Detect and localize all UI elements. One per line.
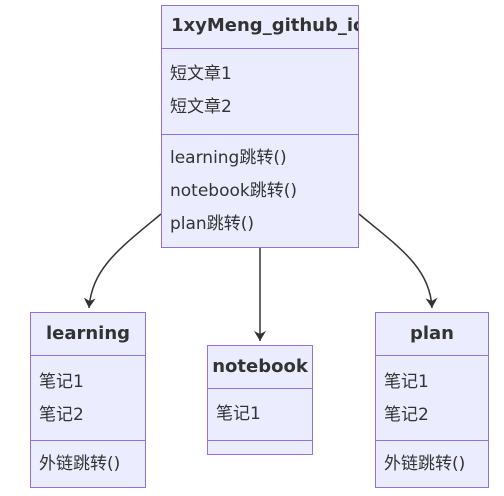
- attributes-section-main: 短文章1 短文章2: [162, 48, 358, 134]
- attribute-item: 短文章1: [170, 64, 232, 84]
- attribute-item: 笔记1: [216, 404, 261, 424]
- method-item: 外链跳转(): [384, 454, 466, 474]
- class-title-main: 1xyMeng_github_io: [171, 15, 358, 36]
- class-box-main: 1xyMeng_github_io 短文章1 短文章2 learning跳转()…: [161, 5, 359, 248]
- attribute-item: 笔记2: [39, 405, 84, 425]
- attribute-item: 笔记1: [39, 372, 84, 392]
- attributes-section-learning: 笔记1 笔记2: [31, 355, 145, 440]
- class-box-notebook: notebook 笔记1: [207, 345, 313, 455]
- attribute-item: 短文章2: [170, 97, 232, 117]
- edge-main-to-learning: [83, 213, 162, 309]
- method-item: notebook跳转(): [170, 181, 298, 201]
- class-box-learning: learning 笔记1 笔记2 外链跳转(): [30, 312, 146, 488]
- attributes-section-plan: 笔记1 笔记2: [376, 355, 488, 440]
- methods-section-main: learning跳转() notebook跳转() plan跳转(): [162, 134, 358, 247]
- attributes-section-notebook: 笔记1: [208, 388, 312, 440]
- class-box-plan: plan 笔记1 笔记2 外链跳转(): [375, 312, 489, 488]
- method-item: 外链跳转(): [39, 454, 121, 474]
- methods-section-learning: 外链跳转(): [31, 440, 145, 487]
- class-title-plan: plan: [409, 323, 454, 344]
- methods-section-plan: 外链跳转(): [376, 440, 488, 487]
- class-title-learning: learning: [45, 323, 131, 344]
- class-title-notebook: notebook: [212, 356, 308, 377]
- edge-main-to-plan: [358, 213, 438, 309]
- attribute-item: 笔记2: [384, 405, 429, 425]
- method-item: learning跳转(): [170, 148, 287, 168]
- methods-section-notebook: [208, 440, 312, 454]
- method-item: plan跳转(): [170, 214, 254, 234]
- attribute-item: 笔记1: [384, 372, 429, 392]
